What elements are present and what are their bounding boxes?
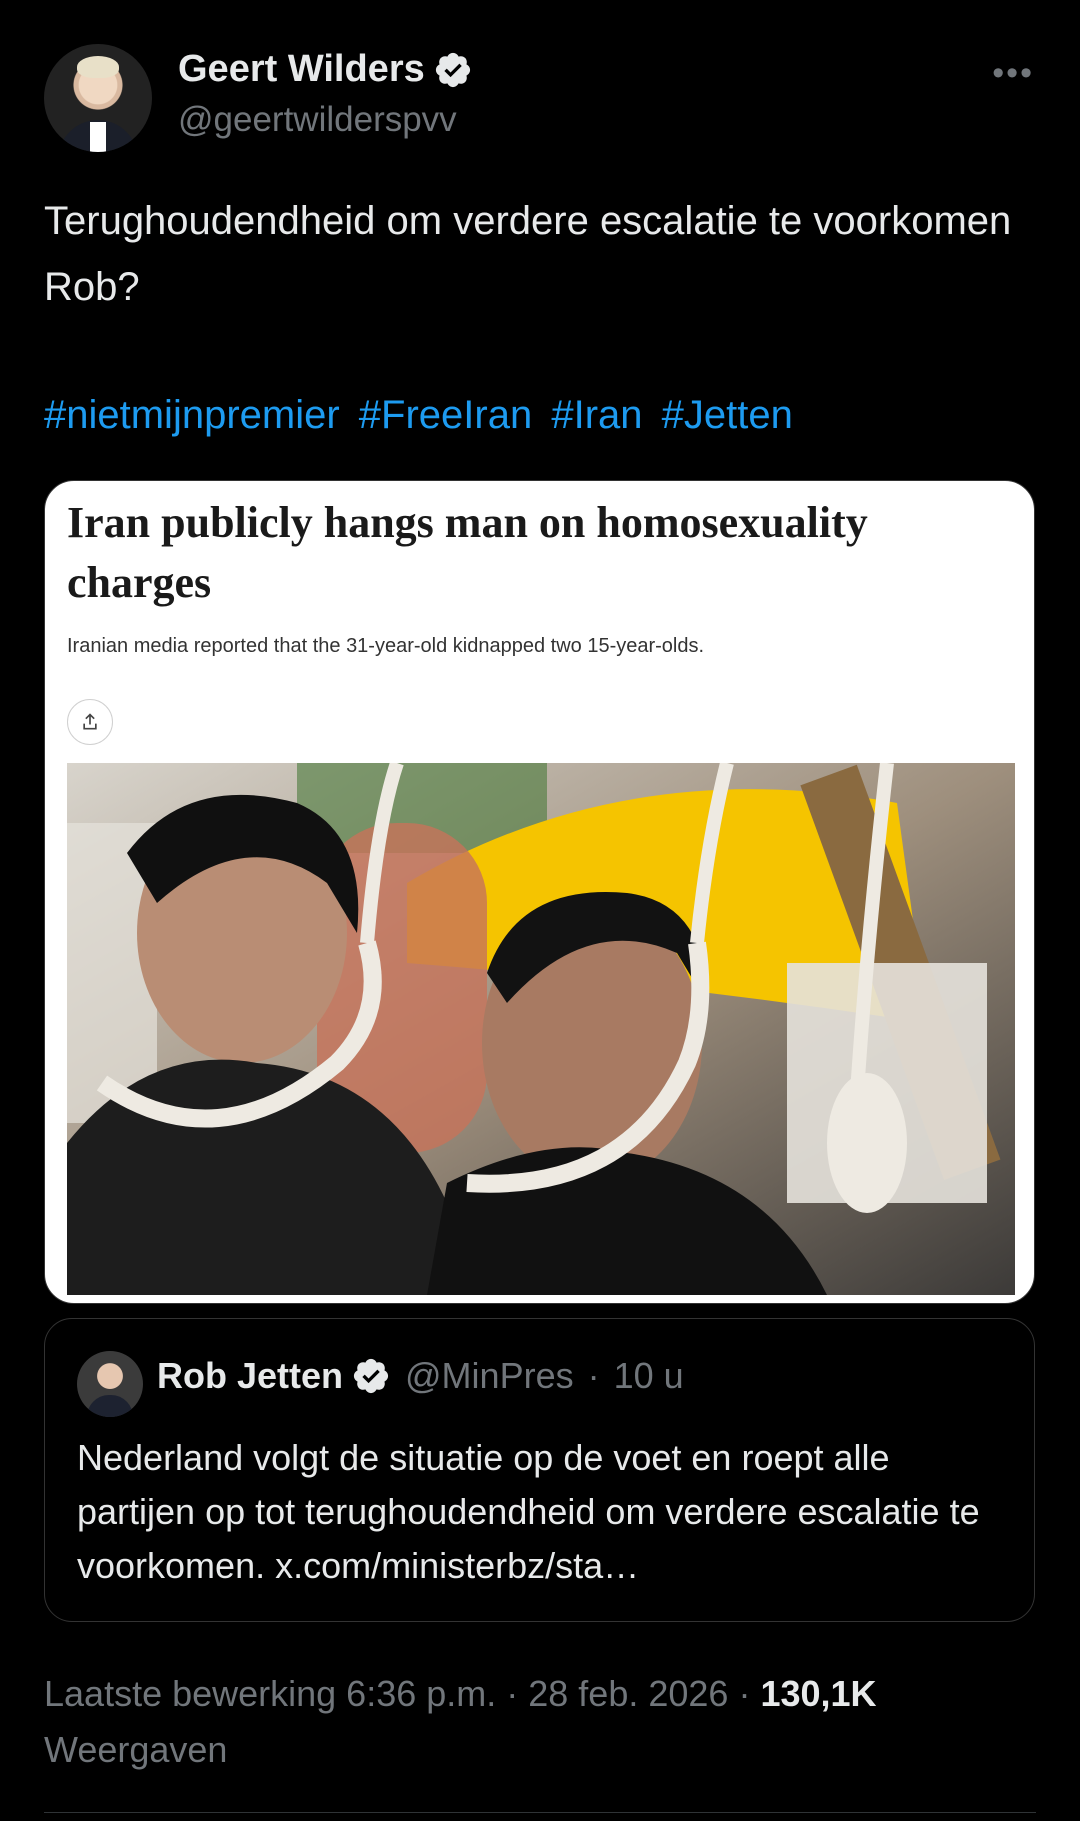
- hashtag-link[interactable]: #Iran: [551, 393, 642, 437]
- edit-timestamp[interactable]: Laatste bewerking 6:36 p.m. · 28 feb. 20…: [44, 1673, 760, 1714]
- tweet-media-image[interactable]: Iran publicly hangs man on homosexuality…: [44, 480, 1035, 1304]
- views-label: Weergaven: [44, 1729, 228, 1770]
- quoted-tweet[interactable]: Rob Jetten @MinPres · 10 u Nederland vol…: [44, 1318, 1035, 1622]
- verified-badge-icon: [353, 1358, 389, 1394]
- article-subtitle: Iranian media reported that the 31-year-…: [67, 635, 705, 657]
- tweet-text: Terughoudendheid om verdere escalatie te…: [44, 199, 1012, 309]
- tweet-header: Geert Wilders @geertwilderspvv •••: [44, 44, 1036, 154]
- hashtag-link[interactable]: #Jetten: [662, 393, 793, 437]
- more-options-icon[interactable]: •••: [992, 54, 1034, 93]
- author-handle[interactable]: @geertwilderspvv: [178, 100, 457, 140]
- share-icon: [67, 699, 113, 745]
- hashtag-link[interactable]: #nietmijnpremier: [44, 393, 340, 437]
- hashtag-link[interactable]: #FreeIran: [359, 393, 532, 437]
- news-photo: [67, 763, 1015, 1295]
- quoted-author-row: Rob Jetten @MinPres · 10 u: [157, 1355, 684, 1397]
- author-avatar[interactable]: [44, 44, 152, 152]
- quoted-author-name[interactable]: Rob Jetten: [157, 1355, 343, 1397]
- author-name[interactable]: Geert Wilders: [178, 48, 425, 91]
- separator-dot: ·: [587, 1355, 600, 1396]
- author-name-row[interactable]: Geert Wilders: [178, 48, 473, 91]
- tweet-meta: Laatste bewerking 6:36 p.m. · 28 feb. 20…: [44, 1666, 1034, 1778]
- views-count: 130,1K: [760, 1673, 877, 1714]
- quoted-author-handle[interactable]: @MinPres: [405, 1355, 574, 1397]
- hashtags: #nietmijnpremier #FreeIran #Iran #Jetten: [44, 382, 1034, 448]
- quoted-timestamp[interactable]: 10 u: [614, 1355, 684, 1397]
- verified-badge-icon: [435, 52, 470, 87]
- quoted-author-avatar[interactable]: [77, 1351, 143, 1417]
- quoted-tweet-text: Nederland volgt de situatie op de voet e…: [77, 1437, 980, 1586]
- divider: [44, 1812, 1036, 1813]
- article-headline: Iran publicly hangs man on homosexuality…: [67, 498, 868, 607]
